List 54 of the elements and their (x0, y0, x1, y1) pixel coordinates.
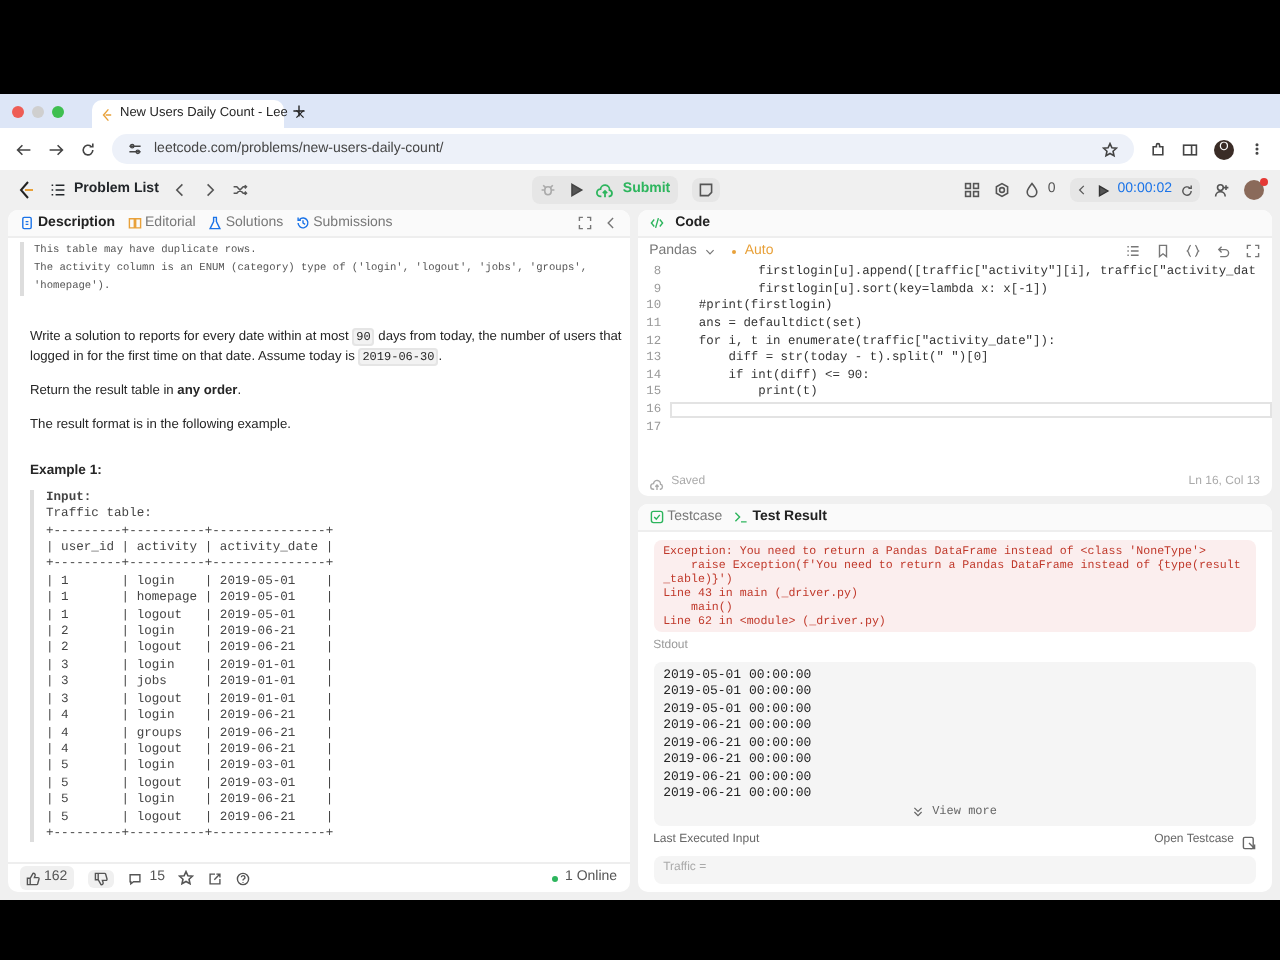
double-chevron-icon (912, 806, 925, 819)
new-tab-icon[interactable] (292, 104, 306, 118)
format-icon[interactable] (1126, 244, 1140, 258)
terminal-icon (734, 510, 749, 524)
comment-icon (127, 871, 142, 885)
star-icon[interactable] (178, 870, 195, 886)
undo-icon[interactable] (1216, 244, 1230, 258)
layout-icon[interactable] (963, 182, 980, 198)
reload-icon[interactable] (80, 141, 96, 157)
bookmark-icon[interactable] (1156, 244, 1170, 258)
previous-icon[interactable] (172, 182, 189, 198)
reset-icon[interactable] (1180, 183, 1194, 197)
collapse-icon[interactable] (1075, 182, 1088, 198)
close-window-button[interactable] (12, 105, 24, 117)
logo-icon (100, 107, 114, 121)
thumbs-down-icon (93, 871, 108, 885)
bookmark-star-icon[interactable] (1102, 141, 1118, 157)
menu-icon[interactable] (1250, 142, 1264, 156)
braces-icon[interactable] (1186, 244, 1200, 258)
puzzle-icon[interactable] (1150, 141, 1166, 157)
thumbs-up-icon (26, 871, 40, 885)
book-icon (127, 216, 142, 230)
add-user-icon[interactable] (1214, 182, 1230, 198)
forward-icon[interactable] (48, 141, 64, 157)
settings-icon[interactable] (993, 182, 1010, 198)
flask-icon (207, 216, 222, 230)
list-icon (50, 182, 66, 198)
collapse-icon[interactable] (603, 216, 618, 230)
external-icon (1242, 835, 1256, 850)
expand-icon[interactable] (1246, 244, 1260, 258)
code-icon (649, 216, 664, 230)
checkbox-icon (649, 510, 664, 524)
close-icon[interactable] (293, 108, 306, 120)
play-icon[interactable] (1095, 183, 1110, 197)
dislike-button[interactable] (87, 869, 114, 887)
notification-dot (1260, 178, 1268, 186)
run-icon[interactable] (568, 182, 585, 198)
sidebar-icon[interactable] (1182, 141, 1198, 157)
caret-icon (704, 245, 717, 257)
help-icon[interactable] (236, 871, 251, 885)
logo-icon[interactable] (16, 180, 36, 200)
site-settings-icon (128, 142, 142, 156)
shuffle-icon[interactable] (232, 182, 249, 198)
doc-icon (20, 216, 34, 230)
history-icon (295, 216, 310, 230)
cloud-icon (649, 477, 664, 491)
note-icon[interactable] (698, 182, 715, 198)
next-icon[interactable] (202, 182, 219, 198)
online-dot-icon (551, 875, 557, 881)
expand-icon[interactable] (577, 216, 592, 230)
share-icon[interactable] (208, 871, 223, 885)
user-avatar[interactable] (1244, 180, 1264, 200)
back-icon[interactable] (16, 141, 32, 157)
upload-cloud-icon (596, 181, 615, 199)
